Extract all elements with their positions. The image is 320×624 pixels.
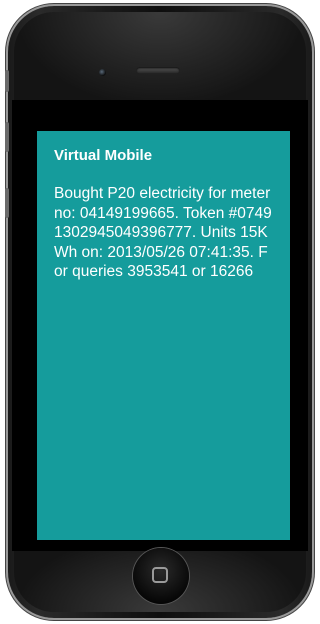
- sms-message-screen: Virtual Mobile Bought P20 electricity fo…: [37, 131, 290, 540]
- volume-down-button[interactable]: [5, 188, 9, 218]
- message-sender: Virtual Mobile: [54, 147, 153, 164]
- volume-up-button[interactable]: [5, 122, 9, 152]
- mute-switch[interactable]: [5, 70, 9, 92]
- home-button-icon: [152, 567, 168, 583]
- earpiece-speaker-icon: [136, 67, 180, 74]
- front-camera-icon: [99, 69, 106, 76]
- phone-top-bezel: [14, 12, 306, 108]
- message-body: Bought P20 electricity for meter no: 041…: [54, 185, 272, 280]
- home-button[interactable]: [133, 548, 189, 604]
